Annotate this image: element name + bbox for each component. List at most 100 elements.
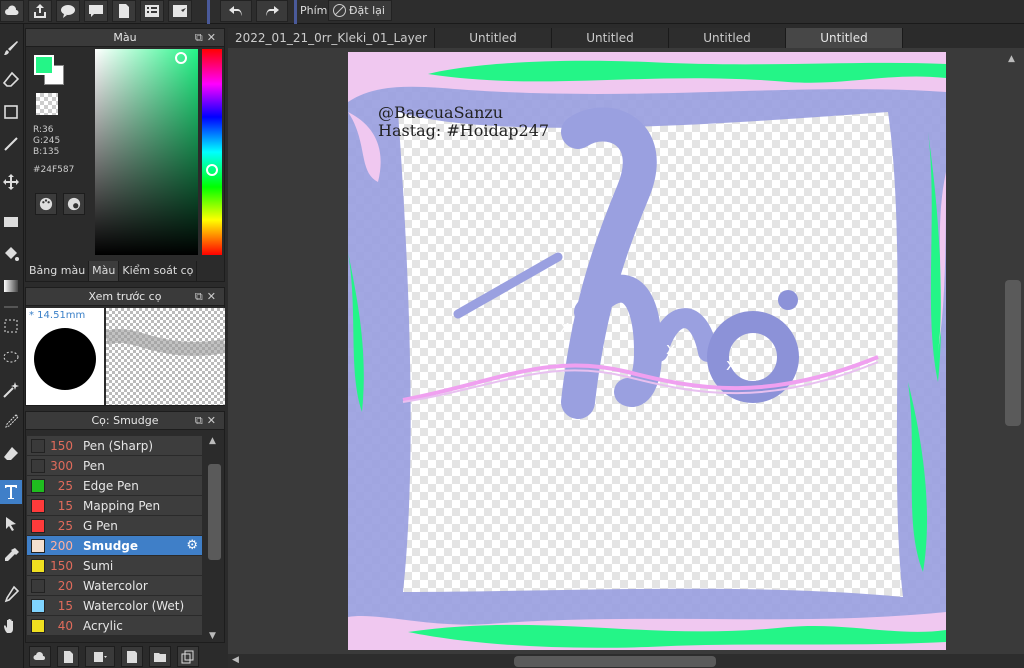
brush-color-swatch	[31, 578, 45, 593]
hand-tool-icon[interactable]	[0, 614, 22, 638]
redo-icon[interactable]	[256, 0, 288, 22]
brush-item[interactable]: 150 Pen (Sharp)	[27, 436, 202, 456]
list-icon[interactable]	[140, 0, 164, 22]
share-icon[interactable]	[28, 0, 52, 22]
brush-item[interactable]: 20 Watercolor	[27, 576, 202, 596]
reset-button[interactable]: Đặt lại	[328, 0, 392, 21]
brush-settings-gear-icon[interactable]: ⚙	[186, 538, 198, 553]
gradient-tool-icon[interactable]	[0, 274, 22, 298]
brush-item[interactable]: 40 Acrylic	[27, 616, 202, 636]
dropper-icon[interactable]	[0, 582, 22, 606]
tab-document[interactable]: 2022_01_21_0rr_Kleki_01_Layer 1.png	[228, 28, 435, 65]
scroll-left-icon[interactable]: ◀	[232, 655, 239, 665]
eraser-tool-icon[interactable]	[0, 68, 22, 92]
brush-settings-icon[interactable]	[121, 646, 143, 667]
cloud-icon[interactable]	[0, 0, 24, 22]
tool-divider	[4, 306, 18, 308]
canvas-area[interactable]: x x x @BaecuaSanzu Hastag: #Hoidap247	[228, 48, 1024, 654]
magic-wand-icon[interactable]	[0, 378, 22, 402]
line-tool-icon[interactable]	[0, 132, 22, 156]
transparent-color-swatch[interactable]	[36, 93, 58, 115]
brush-panel: Cọ: Smudge ⧉✕ 150 Pen (Sharp) 300 Pen 25 Edge…	[25, 411, 225, 643]
hue-slider[interactable]	[202, 49, 222, 255]
brush-item[interactable]: 25 G Pen	[27, 516, 202, 536]
duplicate-icon[interactable]	[177, 646, 199, 667]
brush-color-swatch	[31, 618, 45, 633]
brush-preview-header: Xem trước cọ ⧉✕	[26, 288, 224, 306]
shape-tool-icon[interactable]	[0, 100, 22, 124]
horizontal-scrollbar[interactable]: ◀	[228, 654, 1024, 668]
new-brush-icon[interactable]	[57, 646, 79, 667]
palette-icon[interactable]	[35, 193, 57, 215]
brush-name: Acrylic	[83, 618, 123, 633]
brush-preview-panel: Xem trước cọ ⧉✕ * 14.51mm	[25, 287, 227, 406]
brush-item[interactable]: 15 Watercolor (Wet)	[27, 596, 202, 616]
brush-item[interactable]: 25 Edge Pen	[27, 476, 202, 496]
tab-palette[interactable]: Bảng màu	[26, 261, 90, 281]
brush-panel-actions	[25, 645, 225, 668]
svg-text:x: x	[666, 339, 675, 358]
close-icon[interactable]: ✕	[207, 414, 220, 427]
palette-settings-icon[interactable]	[63, 193, 85, 215]
select-pen-icon[interactable]	[0, 410, 22, 434]
select-eraser-icon[interactable]	[0, 442, 22, 466]
close-icon[interactable]: ✕	[207, 290, 220, 303]
foreground-color-swatch[interactable]	[34, 55, 54, 75]
bucket-tool-icon[interactable]	[0, 242, 22, 266]
folder-icon[interactable]	[149, 646, 171, 667]
artwork-canvas[interactable]: x x x @BaecuaSanzu Hastag: #Hoidap247	[348, 52, 946, 650]
tab-untitled[interactable]: Untitled	[552, 28, 669, 48]
tab-untitled-active[interactable]: Untitled	[786, 28, 903, 48]
vertical-scroll-thumb[interactable]	[1005, 280, 1021, 426]
brush-menu-icon[interactable]	[85, 646, 115, 667]
rect-fill-icon[interactable]	[0, 210, 22, 234]
brush-size: 200	[50, 538, 73, 553]
brush-name: Watercolor (Wet)	[83, 598, 185, 613]
saturation-value-picker[interactable]	[95, 49, 198, 255]
brush-item[interactable]: 200 Smudge ⚙	[27, 536, 202, 556]
brush-size: 25	[57, 478, 73, 493]
undo-icon[interactable]	[220, 0, 252, 22]
brush-tool-icon[interactable]	[0, 36, 22, 60]
brush-item[interactable]: 15 Mapping Pen	[27, 496, 202, 516]
popout-icon[interactable]: ⧉	[195, 31, 207, 44]
scroll-up-icon[interactable]: ▲	[209, 436, 216, 446]
document-icon[interactable]	[112, 0, 136, 22]
tab-color[interactable]: Màu	[89, 261, 120, 281]
brush-color-swatch	[31, 478, 45, 493]
hue-slider-handle[interactable]	[206, 164, 218, 176]
eyedropper-icon[interactable]	[0, 544, 22, 568]
comment-icon[interactable]	[56, 0, 80, 22]
move-tool-icon[interactable]	[0, 170, 22, 194]
checklist-icon[interactable]	[168, 0, 192, 22]
shortcut-label: Phím	[300, 4, 328, 17]
brush-list-scroll-thumb[interactable]	[208, 464, 221, 560]
message-icon[interactable]	[84, 0, 108, 22]
brush-size: 20	[57, 578, 73, 593]
brush-size: 150	[50, 438, 73, 453]
brush-item[interactable]: 150 Sumi	[27, 556, 202, 576]
scroll-up-icon[interactable]: ▲	[1008, 54, 1015, 64]
popout-icon[interactable]: ⧉	[195, 414, 207, 427]
operation-tool-icon[interactable]	[0, 512, 22, 536]
cloud-brush-icon[interactable]	[29, 646, 51, 667]
tab-untitled[interactable]: Untitled	[435, 28, 552, 48]
brush-item[interactable]: 300 Pen	[27, 456, 202, 476]
brush-list-scrollbar[interactable]: ▲ ▼	[206, 436, 222, 641]
brush-size: 40	[57, 618, 73, 633]
select-rect-icon[interactable]	[0, 314, 22, 338]
brush-name: Pen	[83, 458, 105, 473]
tab-untitled[interactable]: Untitled	[669, 28, 786, 48]
popout-icon[interactable]: ⧉	[195, 290, 207, 303]
lasso-tool-icon[interactable]	[0, 346, 22, 370]
color-picker-cursor[interactable]	[175, 52, 187, 64]
tab-brush-control[interactable]: Kiểm soát cọ	[119, 261, 198, 281]
vertical-scrollbar[interactable]: ▲	[1002, 48, 1024, 654]
close-icon[interactable]: ✕	[207, 31, 220, 44]
brush-panel-header: Cọ: Smudge ⧉✕	[26, 412, 224, 430]
text-tool-icon[interactable]	[0, 480, 22, 504]
scroll-down-icon[interactable]: ▼	[209, 631, 216, 641]
brush-name: Edge Pen	[83, 478, 139, 493]
brush-color-swatch	[31, 438, 45, 453]
horizontal-scroll-thumb[interactable]	[514, 656, 716, 667]
